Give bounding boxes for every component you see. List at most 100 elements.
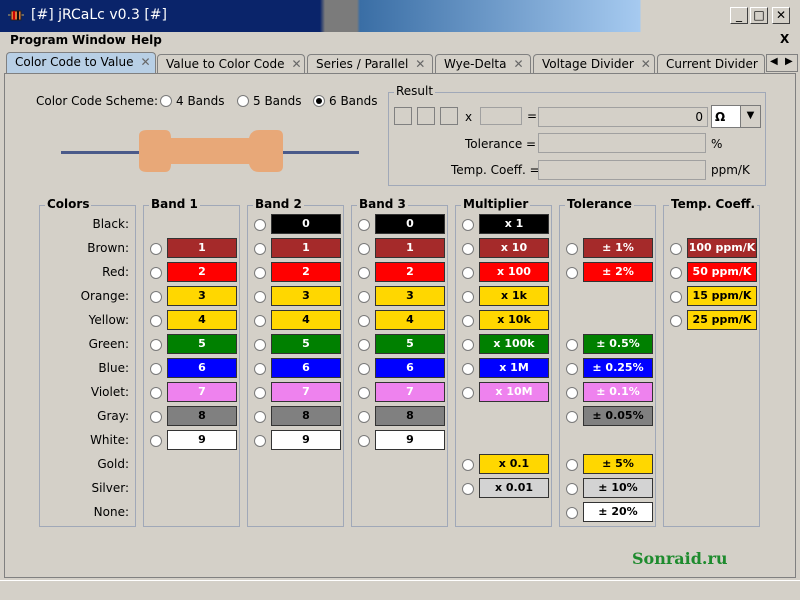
tolerance-color-button[interactable]: ± 0.05% xyxy=(583,406,653,426)
multiplier-radio[interactable] xyxy=(462,219,474,231)
band1-radio[interactable] xyxy=(150,339,162,351)
tolerance-color-button[interactable]: ± 0.1% xyxy=(583,382,653,402)
multiplier-radio[interactable] xyxy=(462,315,474,327)
band1-color-button[interactable]: 7 xyxy=(167,382,237,402)
tolerance-color-button[interactable]: ± 0.25% xyxy=(583,358,653,378)
band3-color-button[interactable]: 8 xyxy=(375,406,445,426)
close-window-button[interactable]: ✕ xyxy=(772,7,790,24)
radio-5-bands[interactable] xyxy=(237,95,249,107)
band3-radio[interactable] xyxy=(358,363,370,375)
multiplier-color-button[interactable]: x 1k xyxy=(479,286,549,306)
band3-color-button[interactable]: 2 xyxy=(375,262,445,282)
tab-color-code-to-value[interactable]: Color Code to Value ✕ xyxy=(6,52,156,74)
multiplier-color-button[interactable]: x 10 xyxy=(479,238,549,258)
tolerance-radio[interactable] xyxy=(566,459,578,471)
multiplier-color-button[interactable]: x 10k xyxy=(479,310,549,330)
band2-color-button[interactable]: 6 xyxy=(271,358,341,378)
multiplier-color-button[interactable]: x 1M xyxy=(479,358,549,378)
multiplier-color-button[interactable]: x 10M xyxy=(479,382,549,402)
band2-radio[interactable] xyxy=(254,411,266,423)
tab-voltage-divider[interactable]: Voltage Divider ✕ xyxy=(533,54,655,74)
chevron-down-icon[interactable]: ▼ xyxy=(740,106,760,127)
band1-radio[interactable] xyxy=(150,291,162,303)
band3-radio[interactable] xyxy=(358,411,370,423)
tab-scroll-right-icon[interactable]: ▶ xyxy=(785,56,793,67)
band3-radio[interactable] xyxy=(358,267,370,279)
tolerance-radio[interactable] xyxy=(566,267,578,279)
band2-radio[interactable] xyxy=(254,387,266,399)
band3-color-button[interactable]: 0 xyxy=(375,214,445,234)
band2-color-button[interactable]: 2 xyxy=(271,262,341,282)
tolerance-color-button[interactable]: ± 2% xyxy=(583,262,653,282)
multiplier-radio[interactable] xyxy=(462,291,474,303)
multiplier-color-button[interactable]: x 1 xyxy=(479,214,549,234)
tempcoeff-radio[interactable] xyxy=(670,315,682,327)
band2-radio[interactable] xyxy=(254,363,266,375)
multiplier-color-button[interactable]: x 0.01 xyxy=(479,478,549,498)
band2-radio[interactable] xyxy=(254,219,266,231)
band3-color-button[interactable]: 3 xyxy=(375,286,445,306)
band3-radio[interactable] xyxy=(358,435,370,447)
band3-radio[interactable] xyxy=(358,315,370,327)
band2-color-button[interactable]: 8 xyxy=(271,406,341,426)
multiplier-color-button[interactable]: x 100k xyxy=(479,334,549,354)
band1-color-button[interactable]: 2 xyxy=(167,262,237,282)
band3-color-button[interactable]: 4 xyxy=(375,310,445,330)
band3-color-button[interactable]: 9 xyxy=(375,430,445,450)
tolerance-color-button[interactable]: ± 20% xyxy=(583,502,653,522)
band3-color-button[interactable]: 6 xyxy=(375,358,445,378)
tolerance-radio[interactable] xyxy=(566,387,578,399)
multiplier-radio[interactable] xyxy=(462,243,474,255)
band1-color-button[interactable]: 1 xyxy=(167,238,237,258)
band3-radio[interactable] xyxy=(358,243,370,255)
band1-color-button[interactable]: 3 xyxy=(167,286,237,306)
tempcoeff-color-button[interactable]: 100 ppm/K xyxy=(687,238,757,258)
multiplier-color-button[interactable]: x 100 xyxy=(479,262,549,282)
band3-color-button[interactable]: 5 xyxy=(375,334,445,354)
tempcoeff-radio[interactable] xyxy=(670,291,682,303)
tolerance-radio[interactable] xyxy=(566,411,578,423)
multiplier-radio[interactable] xyxy=(462,459,474,471)
tab-close-icon[interactable]: ✕ xyxy=(141,55,151,69)
band2-radio[interactable] xyxy=(254,291,266,303)
tab-close-icon[interactable]: ✕ xyxy=(292,57,302,71)
tolerance-color-button[interactable]: ± 1% xyxy=(583,238,653,258)
band2-color-button[interactable]: 9 xyxy=(271,430,341,450)
maximize-button[interactable]: □ xyxy=(750,7,768,24)
radio-6-bands[interactable] xyxy=(313,95,325,107)
tab-scroll-buttons[interactable]: ◀ ▶ xyxy=(766,54,798,72)
band3-radio[interactable] xyxy=(358,219,370,231)
band2-radio[interactable] xyxy=(254,243,266,255)
multiplier-radio[interactable] xyxy=(462,483,474,495)
band2-radio[interactable] xyxy=(254,435,266,447)
band3-color-button[interactable]: 7 xyxy=(375,382,445,402)
band1-radio[interactable] xyxy=(150,267,162,279)
band3-radio[interactable] xyxy=(358,387,370,399)
menu-window[interactable]: Window xyxy=(72,33,126,47)
band1-radio[interactable] xyxy=(150,243,162,255)
tolerance-color-button[interactable]: ± 5% xyxy=(583,454,653,474)
menu-program[interactable]: Program xyxy=(10,33,68,47)
tolerance-color-button[interactable]: ± 0.5% xyxy=(583,334,653,354)
band1-radio[interactable] xyxy=(150,315,162,327)
band2-color-button[interactable]: 0 xyxy=(271,214,341,234)
close-document-button[interactable]: X xyxy=(780,32,789,46)
band1-radio[interactable] xyxy=(150,363,162,375)
unit-select[interactable]: Ω ▼ xyxy=(711,105,761,128)
tolerance-radio[interactable] xyxy=(566,339,578,351)
band2-color-button[interactable]: 3 xyxy=(271,286,341,306)
band1-color-button[interactable]: 6 xyxy=(167,358,237,378)
band2-radio[interactable] xyxy=(254,339,266,351)
tempcoeff-color-button[interactable]: 50 ppm/K xyxy=(687,262,757,282)
tab-close-icon[interactable]: ✕ xyxy=(641,57,651,71)
band1-radio[interactable] xyxy=(150,387,162,399)
band2-color-button[interactable]: 7 xyxy=(271,382,341,402)
menu-help[interactable]: Help xyxy=(131,33,162,47)
tab-close-icon[interactable]: ✕ xyxy=(513,57,523,71)
band1-color-button[interactable]: 4 xyxy=(167,310,237,330)
tolerance-radio[interactable] xyxy=(566,243,578,255)
radio-4-bands[interactable] xyxy=(160,95,172,107)
band1-radio[interactable] xyxy=(150,435,162,447)
multiplier-radio[interactable] xyxy=(462,339,474,351)
tab-value-to-color-code[interactable]: Value to Color Code ✕ xyxy=(157,54,305,74)
